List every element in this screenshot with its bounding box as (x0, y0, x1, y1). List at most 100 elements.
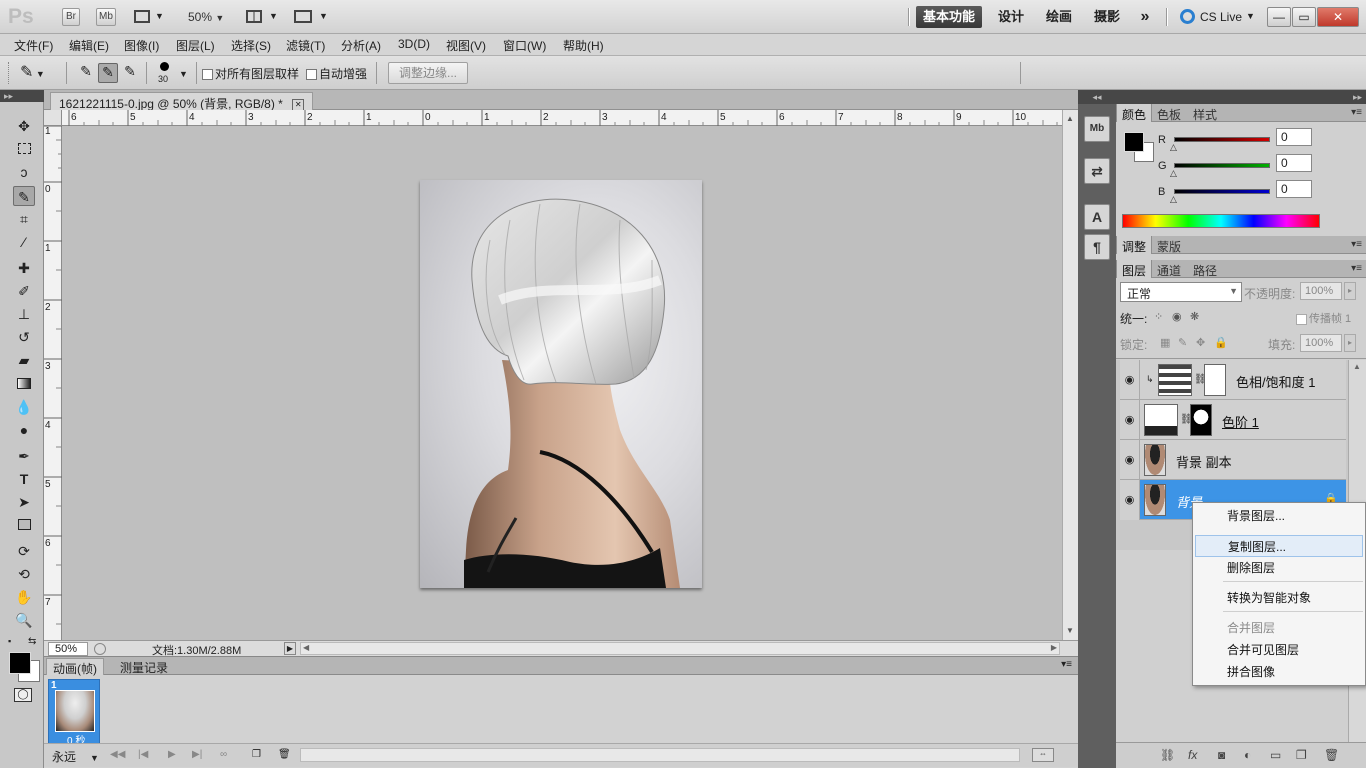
slider-handle-icon[interactable]: △ (1170, 142, 1177, 153)
screen-mode-dropdown[interactable]: ▼ (294, 9, 328, 25)
dodge-tool-icon[interactable]: ● (13, 420, 35, 440)
close-button[interactable]: ✕ (1317, 7, 1359, 27)
first-frame-icon[interactable]: ◀◀ (110, 749, 125, 760)
menu-file[interactable]: 文件(F) (14, 37, 53, 54)
slider-handle-icon[interactable]: △ (1170, 194, 1177, 205)
layer-style-icon[interactable]: fx (1188, 748, 1197, 762)
hand-tool-icon[interactable]: ✋ (13, 587, 35, 607)
scroll-right-icon[interactable]: ▶ (1051, 643, 1057, 652)
workspace-painting[interactable]: 绘画 (1040, 6, 1078, 28)
lock-all-icon[interactable]: 🔒 (1214, 336, 1228, 349)
unify-style-icon[interactable]: ❋ (1190, 310, 1199, 323)
foreground-color-swatch[interactable] (1124, 132, 1144, 152)
tab-channels[interactable]: 通道 (1152, 260, 1186, 278)
dock-expand-toggle[interactable]: ▸▸ (1116, 90, 1366, 104)
3d-rotate-tool-icon[interactable]: ⟳ (13, 541, 35, 561)
scroll-left-icon[interactable]: ◀ (303, 643, 309, 652)
lasso-tool-icon[interactable]: ↄ (13, 162, 35, 182)
timeline-scrollbar[interactable] (300, 748, 1020, 762)
crop-tool-icon[interactable]: ⌗ (13, 209, 35, 229)
eye-icon[interactable]: ◉ (1120, 440, 1140, 480)
quick-mask-icon[interactable]: ◯ (14, 688, 32, 702)
character-panel-icon[interactable]: A (1084, 204, 1110, 230)
lock-pixels-icon[interactable]: ✎ (1178, 336, 1187, 349)
checkbox[interactable] (306, 69, 317, 81)
add-mask-icon[interactable]: ◙ (1218, 748, 1225, 762)
auto-enhance-checkbox[interactable]: 自动增强 (306, 65, 367, 82)
eye-icon[interactable]: ◉ (1120, 480, 1140, 520)
blue-slider[interactable] (1174, 189, 1270, 194)
clone-stamp-tool-icon[interactable]: ⊥ (13, 304, 35, 324)
tab-swatches[interactable]: 色板 (1152, 104, 1186, 122)
menu-help[interactable]: 帮助(H) (563, 37, 604, 54)
brush-picker[interactable]: 30 ▼ (156, 60, 190, 88)
eyedropper-tool-icon[interactable]: ⁄ (13, 232, 35, 252)
cs-live-button[interactable]: CS Live ▼ (1180, 9, 1255, 25)
subtract-selection-icon[interactable]: ✎ (120, 63, 140, 83)
sample-all-layers-checkbox[interactable]: 对所有图层取样 (202, 65, 299, 82)
prev-frame-icon[interactable]: |◀ (138, 749, 148, 760)
eraser-tool-icon[interactable]: ▰ (13, 350, 35, 370)
tab-layers[interactable]: 图层 (1116, 260, 1153, 278)
blur-tool-icon[interactable]: 💧 (13, 397, 35, 417)
blue-value-field[interactable]: 0 (1276, 180, 1312, 198)
play-icon[interactable]: ▶ (168, 749, 176, 760)
chevron-right-icon[interactable]: ▸ (1344, 334, 1356, 352)
quick-selection-tool-icon[interactable]: ✎ (13, 186, 35, 206)
restore-button[interactable]: ▭ (1292, 7, 1316, 27)
workspace-photography[interactable]: 摄影 (1088, 6, 1126, 28)
menu-item-convert-smart-object[interactable]: 转换为智能对象 (1193, 587, 1365, 609)
menu-edit[interactable]: 编辑(E) (69, 37, 109, 54)
document-tab[interactable]: 1621221115-0.jpg @ 50% (背景, RGB/8) * ✕ (50, 92, 314, 111)
lock-position-icon[interactable]: ✥ (1196, 336, 1205, 349)
loop-select[interactable]: 永远 ▼ (52, 748, 99, 765)
workspace-design[interactable]: 设计 (992, 6, 1030, 28)
convert-timeline-icon[interactable]: ⇔ (1032, 748, 1054, 762)
menu-filter[interactable]: 滤镜(T) (286, 37, 325, 54)
menu-3d[interactable]: 3D(D) (398, 37, 430, 51)
scroll-up-icon[interactable]: ▲ (1066, 114, 1074, 123)
vertical-ruler[interactable]: 1 0 1 2 3 4 5 6 7 (44, 126, 62, 640)
healing-brush-tool-icon[interactable]: ✚ (13, 258, 35, 278)
add-to-selection-icon[interactable]: ✎ (98, 63, 118, 83)
dock-collapse-toggle[interactable]: ◂◂ (1078, 90, 1116, 104)
status-zoom-field[interactable]: 50% (48, 642, 88, 656)
history-brush-tool-icon[interactable]: ↺ (13, 327, 35, 347)
status-icon[interactable] (94, 643, 106, 655)
new-selection-icon[interactable]: ✎ (76, 63, 96, 83)
unify-position-icon[interactable]: ⁘ (1154, 310, 1163, 323)
delete-layer-icon[interactable]: 🗑 (1324, 748, 1339, 762)
default-colors-icon[interactable]: ▪ (8, 636, 11, 646)
gradient-tool-icon[interactable] (13, 374, 35, 394)
animation-frame[interactable]: 1 0 秒 (48, 679, 100, 747)
new-adjustment-icon[interactable]: ◐ (1244, 748, 1251, 762)
delete-frame-icon[interactable]: 🗑 (278, 749, 291, 760)
tab-color[interactable]: 颜色 (1116, 104, 1153, 122)
eye-icon[interactable]: ◉ (1120, 360, 1140, 400)
zoom-tool-icon[interactable]: 🔍 (13, 610, 35, 630)
bridge-button[interactable]: Br (62, 8, 80, 26)
propagate-frame-checkbox[interactable]: 传播帧 1 (1296, 310, 1351, 326)
menu-layer[interactable]: 图层(L) (176, 37, 215, 54)
ruler-origin[interactable] (44, 110, 62, 126)
zoom-dropdown[interactable]: 50% ▼ (188, 10, 224, 24)
opacity-field[interactable]: 100% (1300, 282, 1342, 300)
tab-measurement-log[interactable]: 测量记录 (114, 658, 174, 675)
chevron-right-icon[interactable]: ▸ (1344, 282, 1356, 300)
more-workspaces-button[interactable]: » (1134, 6, 1156, 28)
tab-masks[interactable]: 蒙版 (1152, 236, 1186, 254)
shape-tool-icon[interactable] (13, 515, 35, 535)
menu-item-duplicate-layer[interactable]: 复制图层... (1195, 535, 1363, 557)
unify-visibility-icon[interactable]: ◉ (1172, 310, 1182, 323)
mini-bridge-panel-icon[interactable]: Mb (1084, 116, 1110, 142)
green-value-field[interactable]: 0 (1276, 154, 1312, 172)
eye-icon[interactable]: ◉ (1120, 400, 1140, 440)
tab-styles[interactable]: 样式 (1188, 104, 1222, 122)
link-layers-icon[interactable]: ⛓ (1160, 748, 1175, 762)
layer-row[interactable]: ◉ ⛓ 色阶 1 (1120, 400, 1346, 440)
panel-menu-icon[interactable]: ▾≡ (1351, 239, 1362, 250)
move-tool-icon[interactable]: ✥ (13, 116, 35, 136)
horizontal-scrollbar[interactable]: ◀ ▶ (300, 642, 1060, 655)
menu-view[interactable]: 视图(V) (446, 37, 486, 54)
workspace-essentials[interactable]: 基本功能 (916, 6, 982, 28)
